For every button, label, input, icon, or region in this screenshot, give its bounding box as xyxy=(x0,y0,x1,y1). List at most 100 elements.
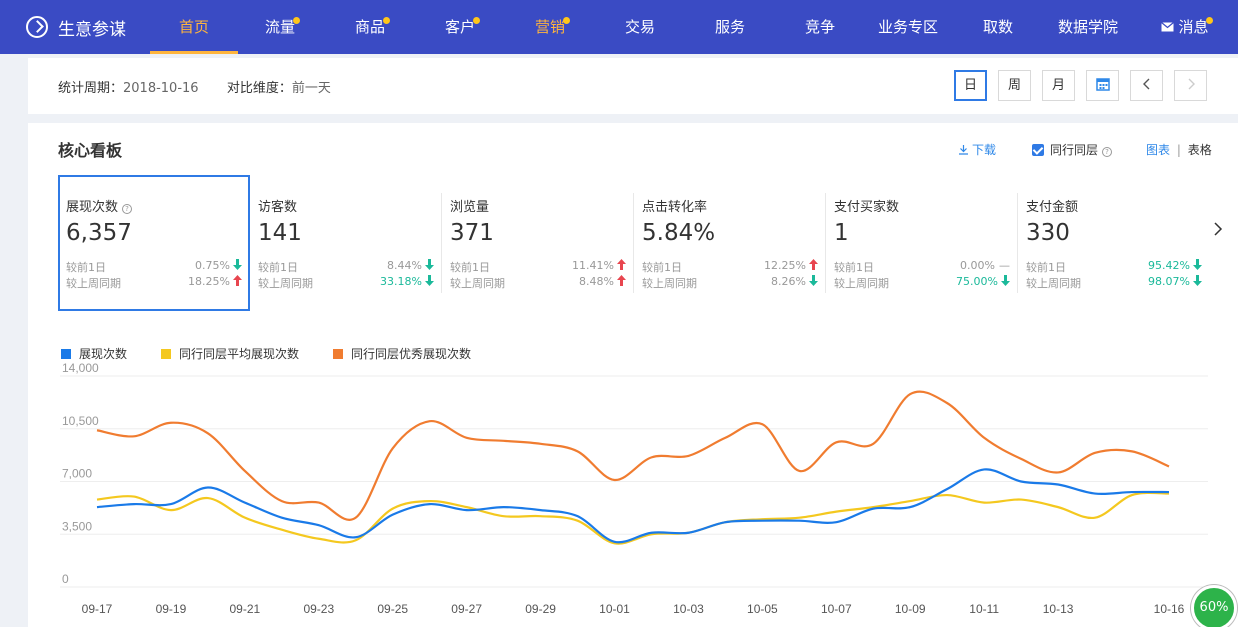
compare-label: 对比维度： xyxy=(227,81,292,96)
legend-swatch xyxy=(333,349,343,359)
legend-item[interactable]: 展现次数 xyxy=(61,345,127,362)
y-tick-label: 7,000 xyxy=(62,467,92,481)
x-tick-label: 09-25 xyxy=(377,602,408,616)
y-tick-label: 14,000 xyxy=(62,363,99,375)
progress-badge[interactable]: 60% xyxy=(1191,585,1237,627)
compare-label: 较前1日 xyxy=(834,261,874,274)
arrow-down-icon xyxy=(809,275,818,286)
metric-card[interactable]: 浏览量 371 较前1日11.41% 较上周同期 8.48% xyxy=(442,175,634,311)
arrow-down-icon xyxy=(1193,275,1202,286)
nav-item-9[interactable]: 取数 xyxy=(960,0,1036,54)
compare-label: 较上周同期 xyxy=(1026,277,1081,290)
x-tick-label: 09-17 xyxy=(82,602,113,616)
download-icon xyxy=(958,144,969,155)
nav-label: 取数 xyxy=(983,18,1013,36)
x-tick-label: 09-27 xyxy=(451,602,482,616)
nav-item-4[interactable]: 营销 xyxy=(510,0,590,54)
view-table-tab[interactable]: 表格 xyxy=(1188,143,1212,157)
arrow-up-icon xyxy=(617,259,626,270)
arrow-down-icon xyxy=(1001,275,1010,286)
peer-label: 同行同层 xyxy=(1050,143,1098,157)
x-tick-label: 10-13 xyxy=(1043,602,1074,616)
metric-prev-week: 8.26% xyxy=(771,275,818,288)
metric-name: 浏览量 xyxy=(450,196,489,215)
legend-item[interactable]: 同行同层平均展现次数 xyxy=(161,345,299,362)
compare-label: 较前1日 xyxy=(66,261,106,274)
compare-label: 较上周同期 xyxy=(66,277,121,290)
metric-prev-week: 8.48% xyxy=(579,275,626,288)
nav-item-3[interactable]: 客户 xyxy=(420,0,500,54)
checkbox-checked-icon[interactable] xyxy=(1032,144,1044,156)
prev-period-button[interactable] xyxy=(1130,70,1163,101)
metric-prev-week-row: 较上周同期 33.18% xyxy=(258,275,434,291)
metrics-next-button[interactable] xyxy=(1213,221,1223,242)
metric-prev-week: 33.18% xyxy=(380,275,434,288)
x-tick-label: 09-21 xyxy=(230,602,261,616)
next-period-button[interactable] xyxy=(1174,70,1207,101)
nav-item-5[interactable]: 交易 xyxy=(600,0,680,54)
nav-label: 营销 xyxy=(535,18,565,36)
compare-label: 较前1日 xyxy=(1026,261,1066,274)
metric-prev-day-row: 较前1日0.00%— xyxy=(834,259,1010,275)
nav-item-2[interactable]: 商品 xyxy=(330,0,410,54)
metric-card[interactable]: 访客数141较前1日8.44%较上周同期33.18% xyxy=(250,175,442,311)
legend-item[interactable]: 同行同层优秀展现次数 xyxy=(333,345,471,362)
flat-dash-icon: — xyxy=(999,259,1010,272)
download-button[interactable]: 下载 xyxy=(958,141,996,158)
compare-label: 较前1日 xyxy=(642,261,682,274)
arrow-up-icon xyxy=(233,275,242,286)
nav-item-1[interactable]: 流量 xyxy=(240,0,320,54)
metric-name: 支付金额 xyxy=(1026,196,1078,215)
metric-prev-day-row: 较前1日11.41% xyxy=(450,259,626,275)
chevron-right-icon xyxy=(1213,221,1223,237)
metric-value: 371 xyxy=(450,220,494,246)
nav-item-7[interactable]: 竞争 xyxy=(780,0,860,54)
period-month-button[interactable]: 月 xyxy=(1042,70,1075,101)
brand[interactable]: 生意参谋 xyxy=(26,0,126,54)
legend-swatch xyxy=(61,349,71,359)
nav-item-8[interactable]: 业务专区 xyxy=(866,0,950,54)
nav-item-6[interactable]: 服务 xyxy=(690,0,770,54)
nav-label: 服务 xyxy=(715,18,745,36)
metric-card[interactable]: 支付买家数1较前1日0.00%—较上周同期75.00% xyxy=(826,175,1018,311)
nav-label: 数据学院 xyxy=(1058,18,1118,36)
metric-prev-week-row: 较上周同期75.00% xyxy=(834,275,1010,291)
calendar-button[interactable] xyxy=(1086,70,1119,101)
period-day-button[interactable]: 日 xyxy=(954,70,987,101)
metric-prev-day-row: 较前1日8.44% xyxy=(258,259,434,275)
y-tick-label: 0 xyxy=(62,572,69,586)
metric-card[interactable]: 展现次数?6,357较前1日0.75%较上周同期18.25% xyxy=(58,175,250,311)
y-tick-label: 3,500 xyxy=(62,519,92,533)
nav-item-10[interactable]: 数据学院 xyxy=(1046,0,1130,54)
view-chart-tab[interactable]: 图表 xyxy=(1146,143,1170,157)
compare-label: 较上周同期 xyxy=(258,277,313,290)
x-tick-label: 10-07 xyxy=(821,602,852,616)
chevron-left-icon xyxy=(1142,78,1152,90)
peer-toggle[interactable]: 同行同层? xyxy=(1032,141,1112,158)
period-week-button[interactable]: 周 xyxy=(998,70,1031,101)
arrow-down-icon xyxy=(425,259,434,270)
compare-label: 较上周同期 xyxy=(834,277,889,290)
notification-dot xyxy=(1206,17,1213,24)
legend-label: 同行同层平均展现次数 xyxy=(179,345,299,362)
metric-prev-week-row: 较上周同期98.07% xyxy=(1026,275,1202,291)
y-tick-label: 10,500 xyxy=(62,414,99,428)
view-separator: | xyxy=(1177,143,1181,157)
compare-value: 前一天 xyxy=(292,81,331,96)
legend-label: 同行同层优秀展现次数 xyxy=(351,345,471,362)
metric-prev-day: 0.75% xyxy=(195,259,242,272)
download-label: 下载 xyxy=(972,143,996,157)
calendar-icon xyxy=(1096,77,1110,91)
nav-item-0[interactable]: 首页 xyxy=(150,0,238,54)
metric-card[interactable]: 支付金额330较前1日95.42%较上周同期98.07% xyxy=(1018,175,1210,311)
nav-item-11[interactable]: 消息 xyxy=(1150,0,1220,54)
compare-label: 较上周同期 xyxy=(450,277,505,290)
metric-prev-week-row: 较上周同期 8.48% xyxy=(450,275,626,291)
compare-label: 较上周同期 xyxy=(642,277,697,290)
compare-label: 较前1日 xyxy=(258,261,298,274)
nav-label: 流量 xyxy=(265,18,295,36)
help-icon[interactable]: ? xyxy=(122,204,132,214)
help-icon[interactable]: ? xyxy=(1102,147,1112,157)
period-info: 统计周期：2018-10-16 对比维度：前一天 xyxy=(58,77,331,96)
metric-card[interactable]: 点击转化率5.84%较前1日12.25%较上周同期8.26% xyxy=(634,175,826,311)
